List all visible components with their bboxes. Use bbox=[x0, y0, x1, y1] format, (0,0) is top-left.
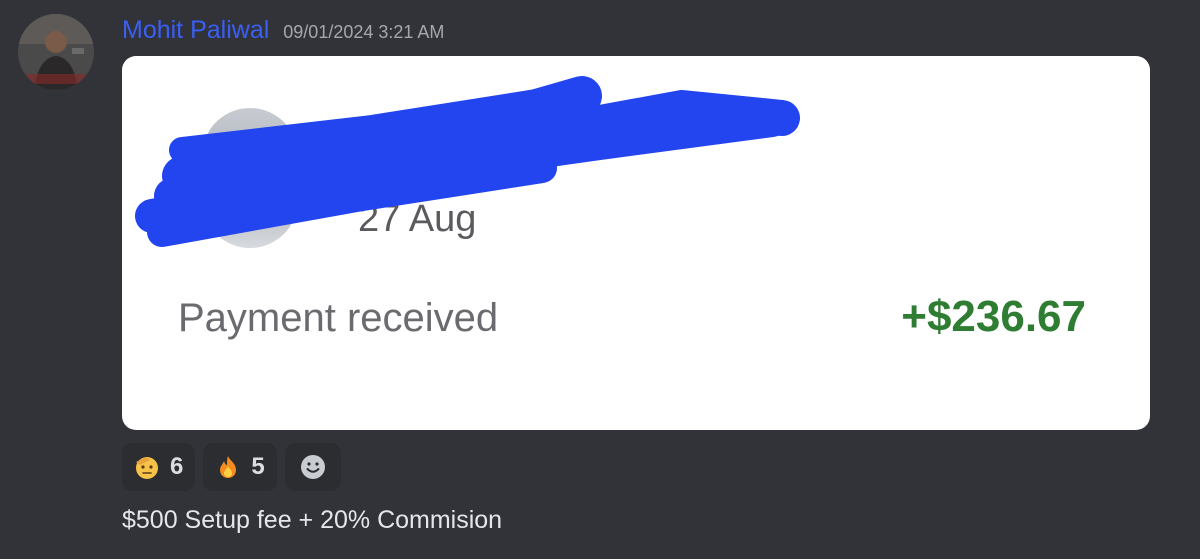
saluting-face-icon bbox=[136, 457, 158, 479]
smiley-icon bbox=[300, 455, 325, 479]
author-avatar[interactable] bbox=[18, 14, 94, 90]
reactions-bar: 6 5 bbox=[122, 443, 341, 491]
message-timestamp: 09/01/2024 3:21 AM bbox=[283, 22, 445, 42]
chat-message: Mohit Paliwal 09/01/2024 3:21 AM ıakn 27… bbox=[0, 0, 1200, 559]
avatar-photo-icon bbox=[18, 14, 94, 90]
message-header: Mohit Paliwal 09/01/2024 3:21 AM bbox=[122, 16, 444, 50]
fire-icon bbox=[220, 456, 237, 478]
redaction-scribble bbox=[135, 76, 800, 247]
add-reaction-button[interactable] bbox=[284, 443, 341, 491]
author-name[interactable]: Mohit Paliwal bbox=[122, 16, 269, 45]
reaction-fire[interactable]: 5 bbox=[203, 443, 277, 491]
reaction-count: 6 bbox=[170, 453, 184, 480]
message-content: $500 Setup fee + 20% Commision bbox=[122, 506, 503, 534]
reaction-saluting-face[interactable]: 6 bbox=[122, 443, 196, 491]
image-attachment[interactable]: ıakn 27 Aug Payment received +$236.67 bbox=[122, 56, 1150, 430]
reaction-count: 5 bbox=[251, 453, 265, 480]
